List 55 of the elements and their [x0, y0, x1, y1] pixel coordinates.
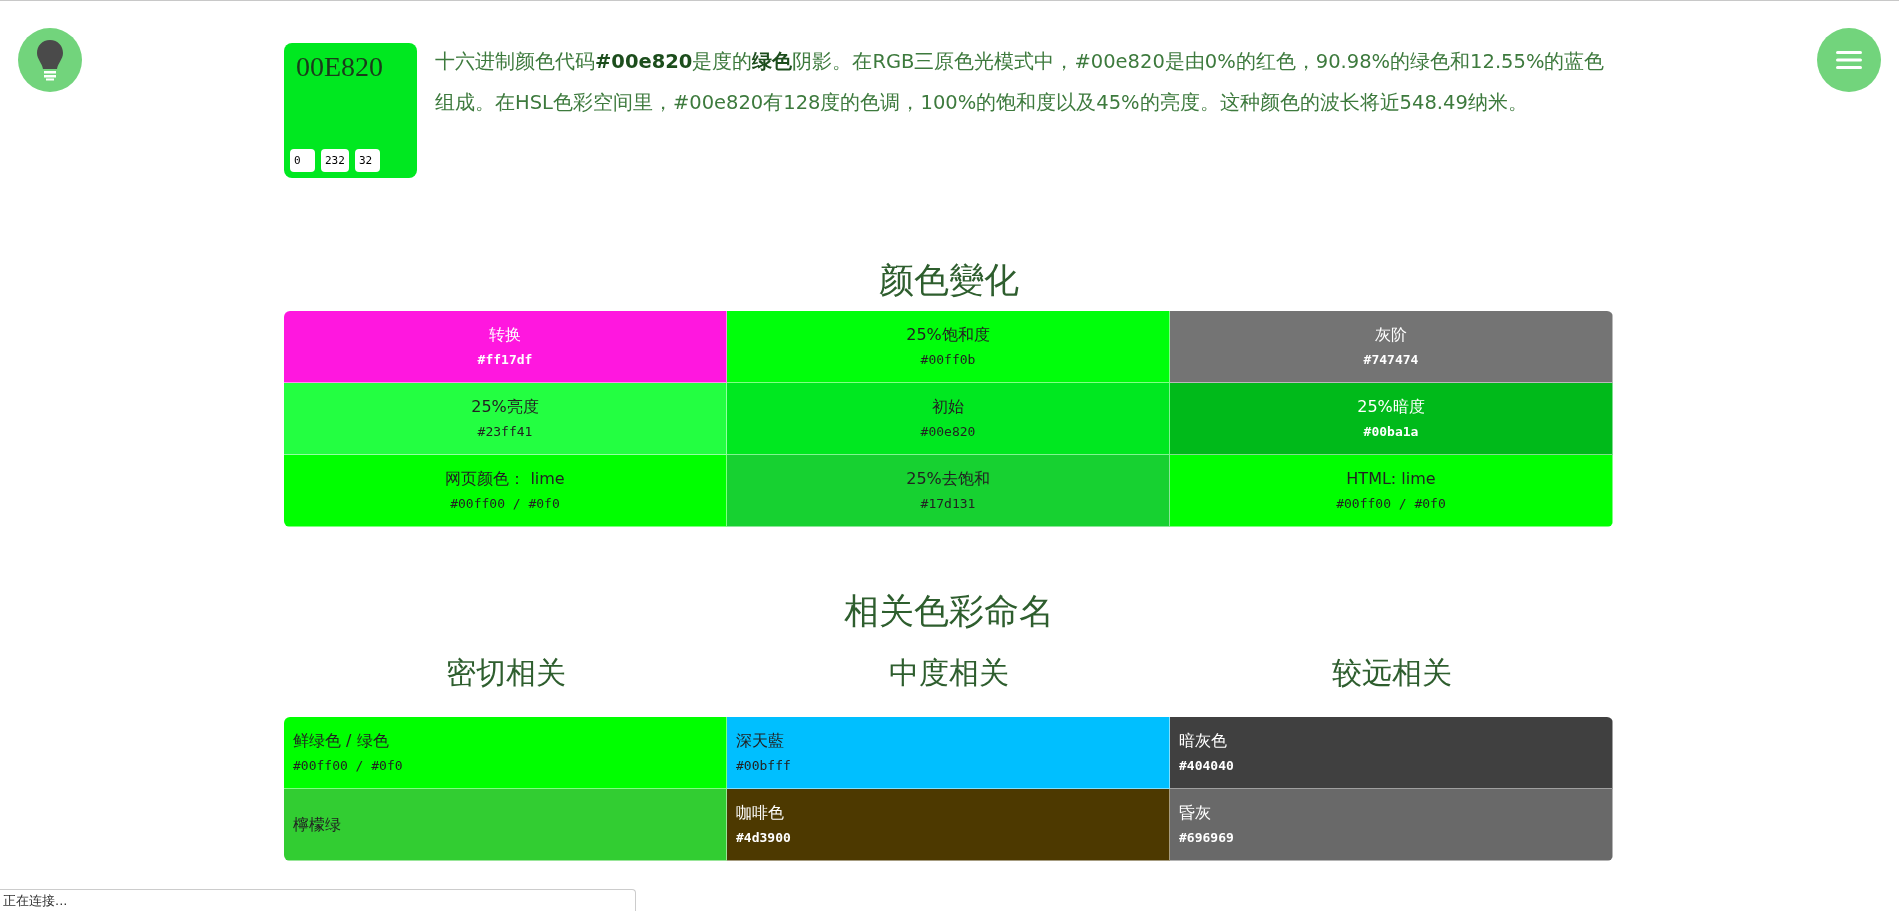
hex-code: #696969 [1179, 828, 1235, 847]
color-name: 25%暗度 [1357, 396, 1425, 417]
color-description: 十六进制颜色代码#00e820是度的绿色阴影。在RGB三原色光模式中，#00e820是由0%的红色，90.98%的绿色和12.55%的蓝色组成。在HSL色彩空间里，#00e820有128度的色调，100%的饱和度以及45%的亮度。这种颜色的波长将近548.49纳米。 [435, 49, 1606, 116]
color-tile[interactable]: 25%亮度 #23ff41 [284, 383, 727, 455]
color-name: 初始 [932, 396, 964, 417]
color-tile[interactable]: HTML: lime #00ff00 / #0f0 [1170, 455, 1613, 527]
hex-code: #00bfff [736, 756, 792, 775]
color-tile[interactable]: 灰阶 #747474 [1170, 311, 1613, 383]
rgb-value: 0 [290, 149, 315, 172]
color-tile[interactable]: 咖啡色 #4d3900 [727, 789, 1170, 861]
color-tile[interactable]: 昏灰 #696969 [1170, 789, 1613, 861]
column-heading: 中度相关 [887, 654, 1010, 692]
color-tile[interactable]: 25%去饱和 #17d131 [727, 455, 1170, 527]
color-name: 檸檬绿 [293, 814, 342, 835]
color-name: 灰阶 [1375, 324, 1407, 345]
menu-icon [1836, 50, 1862, 70]
color-name: 25%亮度 [471, 396, 539, 417]
color-tile[interactable]: 鲜绿色 / 绿色 #00ff00 / #0f0 [284, 717, 727, 789]
hex-code: #00ff0b [920, 350, 976, 369]
color-tile[interactable]: 檸檬绿 [284, 789, 727, 861]
hex-code: #00ff00 / #0f0 [293, 756, 404, 775]
color-tile[interactable]: 25%饱和度 #00ff0b [727, 311, 1170, 383]
section-heading: 颜色變化 [877, 259, 1020, 302]
color-name: 咖啡色 [736, 802, 785, 823]
status-bar: 正在连接... [0, 889, 636, 911]
color-name: 暗灰色 [1179, 730, 1228, 751]
color-name: 转换 [489, 324, 521, 345]
rgb-value: 232 [321, 149, 349, 172]
color-name: 25%饱和度 [906, 324, 990, 345]
column-heading: 较远相关 [1330, 654, 1453, 692]
hex-code: #00e820 [920, 422, 976, 441]
color-name: 深天藍 [736, 730, 785, 751]
color-name: 昏灰 [1179, 802, 1212, 823]
lightbulb-icon [36, 39, 64, 81]
rgb-value: 32 [354, 149, 380, 172]
color-tile[interactable]: 初始 #00e820 [727, 383, 1170, 455]
section-heading: 相关色彩命名 [842, 590, 1055, 633]
hex-code: #00ba1a [1363, 422, 1419, 441]
color-name: 25%去饱和 [906, 468, 990, 489]
color-tile[interactable]: 深天藍 #00bfff [727, 717, 1170, 789]
column-heading: 密切相关 [444, 654, 567, 692]
hex-code: 00E820 [295, 51, 385, 83]
hex-code: #ff17df [477, 350, 533, 369]
hex-code: #17d131 [920, 494, 976, 513]
color-tile[interactable]: 网页颜色： lime #00ff00 / #0f0 [284, 455, 727, 527]
color-name: 鲜绿色 / 绿色 [293, 730, 390, 751]
hex-code: #404040 [1179, 756, 1235, 775]
hex-code: #4d3900 [736, 828, 792, 847]
hex-code: #00ff00 / #0f0 [1336, 494, 1446, 513]
color-name: 网页颜色： lime [445, 468, 565, 489]
color-name: HTML: lime [1346, 468, 1436, 489]
hex-code: #747474 [1363, 350, 1419, 369]
hex-code: #00ff00 / #0f0 [450, 494, 560, 513]
hex-code: #23ff41 [477, 422, 533, 441]
color-tile[interactable]: 暗灰色 #404040 [1170, 717, 1613, 789]
